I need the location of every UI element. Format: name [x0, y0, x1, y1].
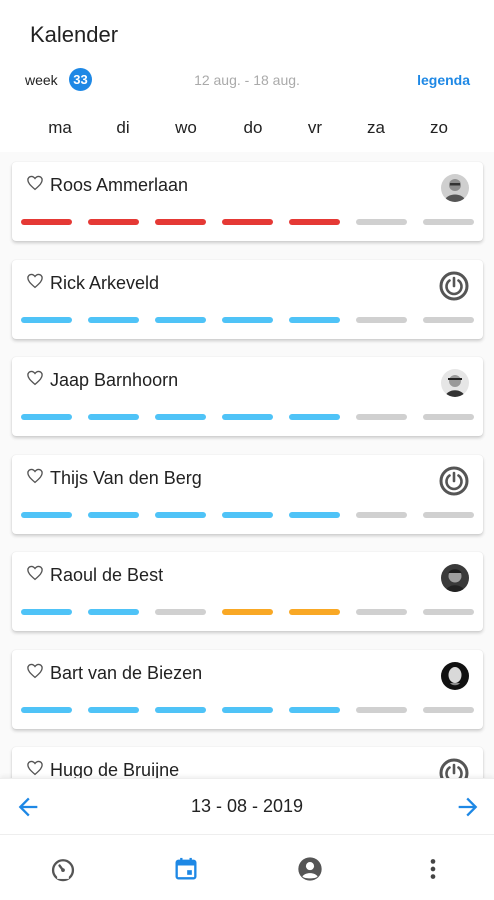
day-status-bar	[88, 219, 139, 225]
day-status-bar	[155, 706, 206, 713]
day-status-bar	[155, 316, 206, 323]
day-status-bar	[21, 511, 72, 518]
day-label: ma	[48, 118, 72, 137]
heart-icon[interactable]	[26, 564, 44, 582]
bottom-navigation	[0, 834, 494, 900]
day-status-bar	[222, 316, 273, 323]
arrow-right-icon[interactable]	[454, 793, 482, 821]
day-status-bar	[289, 706, 340, 713]
avatar[interactable]	[441, 661, 469, 690]
page-title: Kalender	[30, 22, 119, 47]
day-status-bar	[155, 414, 206, 420]
day-status-bar	[21, 219, 72, 225]
day-status-bar	[423, 706, 474, 713]
current-date: 13 - 08 - 2019	[190, 796, 304, 816]
account-icon[interactable]	[296, 855, 324, 883]
day-status-bar	[289, 219, 340, 225]
day-status-bar	[88, 609, 139, 615]
power-icon	[439, 758, 469, 778]
heart-icon[interactable]	[26, 662, 44, 680]
person-card[interactable]: Raoul de Best	[12, 552, 483, 631]
day-status-bar	[88, 706, 139, 713]
heart-icon[interactable]	[26, 759, 44, 777]
day-status-bar	[356, 511, 407, 518]
day-status-bar	[423, 609, 474, 615]
heart-icon[interactable]	[26, 174, 44, 192]
person-card[interactable]: Thijs Van den Berg	[12, 454, 483, 534]
more-vert-icon[interactable]	[419, 855, 447, 883]
dashboard-icon[interactable]	[49, 855, 77, 883]
day-status-bar	[155, 219, 206, 225]
people-list[interactable]: Roos Ammerlaan Rick Arkeveld Jaap Barnhoor…	[0, 152, 494, 778]
day-label: wo	[175, 118, 197, 137]
day-status-bar	[222, 609, 273, 615]
week-row: week 33 12 aug. - 18 aug. legenda	[0, 66, 494, 94]
avatar[interactable]	[441, 369, 469, 397]
day-status-bar	[88, 511, 139, 518]
day-status-bar	[423, 414, 474, 420]
calendar-icon[interactable]	[172, 855, 200, 883]
person-name: Bart van de Biezen	[50, 662, 203, 683]
day-label: za	[367, 118, 385, 137]
day-label: di	[116, 118, 130, 137]
day-status-bar	[88, 414, 139, 420]
person-card[interactable]: Hugo de Bruijne	[12, 747, 483, 778]
day-status-bar	[356, 609, 407, 615]
power-icon	[439, 271, 469, 300]
person-card[interactable]: Jaap Barnhoorn	[12, 357, 483, 436]
weekday-header: ma di wo do vr za zo	[0, 118, 494, 140]
person-name: Hugo de Bruijne	[50, 760, 180, 778]
day-status-bar	[356, 414, 407, 420]
heart-icon[interactable]	[26, 272, 44, 290]
person-name: Jaap Barnhoorn	[50, 370, 179, 390]
day-status-bar	[155, 511, 206, 518]
date-navigation: 13 - 08 - 2019	[0, 778, 494, 834]
day-status-bar	[222, 706, 273, 713]
day-status-bar	[356, 316, 407, 323]
day-status-bar	[423, 511, 474, 518]
day-status-bar	[222, 414, 273, 420]
power-icon	[439, 466, 469, 495]
day-status-bar	[21, 706, 72, 713]
day-status-bar	[155, 609, 206, 615]
day-label: zo	[430, 118, 448, 137]
legend-link[interactable]: legenda	[417, 72, 470, 88]
heart-icon[interactable]	[26, 467, 44, 485]
day-status-bar	[222, 511, 273, 518]
avatar[interactable]	[441, 174, 469, 202]
day-status-bar	[356, 706, 407, 713]
day-status-bar	[423, 316, 474, 323]
day-status-bar	[21, 316, 72, 323]
day-status-bar	[356, 219, 407, 225]
day-status-bar	[88, 316, 139, 323]
person-name: Rick Arkeveld	[50, 272, 160, 293]
avatar[interactable]	[441, 564, 469, 592]
day-status-bar	[289, 511, 340, 518]
person-card[interactable]: Roos Ammerlaan	[12, 162, 483, 241]
day-label: do	[243, 118, 263, 137]
day-status-bar	[289, 316, 340, 323]
day-label: vr	[307, 118, 323, 137]
day-status-bar	[222, 219, 273, 225]
day-status-bar	[289, 609, 340, 615]
day-status-bar	[21, 609, 72, 615]
heart-icon[interactable]	[26, 369, 44, 387]
person-name: Roos Ammerlaan	[50, 175, 189, 195]
day-status-bar	[423, 219, 474, 225]
day-status-bar	[21, 414, 72, 420]
day-status-bar	[289, 414, 340, 420]
person-card[interactable]: Rick Arkeveld	[12, 259, 483, 339]
app-header: Kalender week 33 12 aug. - 18 aug. legen…	[0, 0, 494, 152]
person-name: Thijs Van den Berg	[50, 467, 202, 488]
person-card[interactable]: Bart van de Biezen	[12, 649, 483, 729]
person-name: Raoul de Best	[50, 565, 164, 585]
